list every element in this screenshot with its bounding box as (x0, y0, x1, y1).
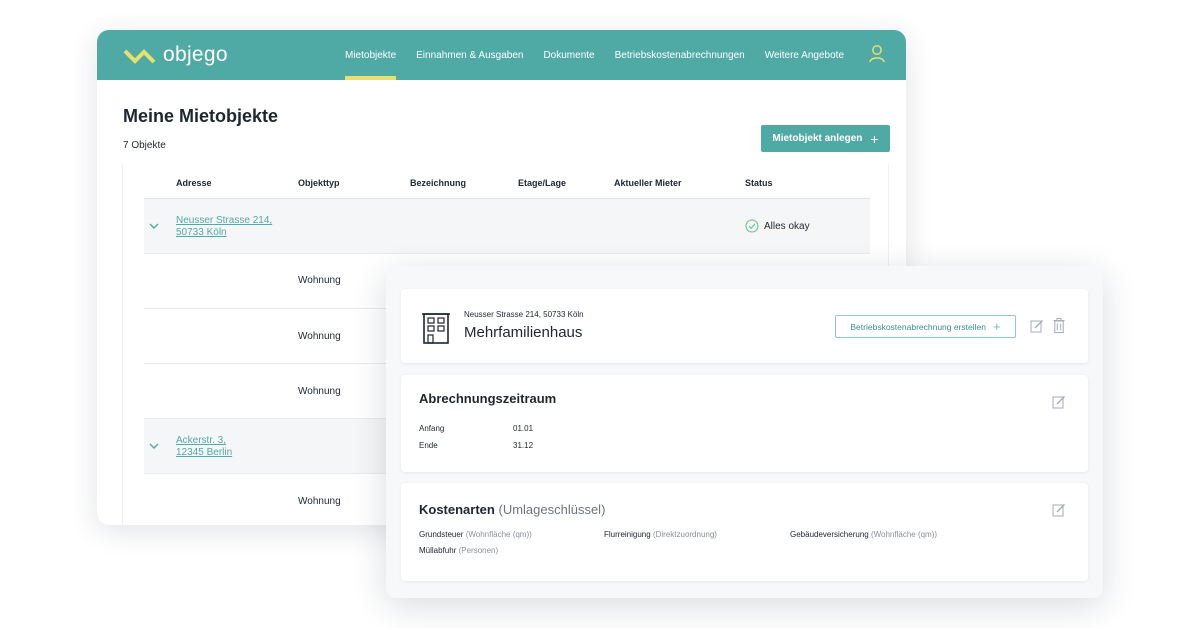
address-line-1: Neusser Strasse 214, (176, 215, 273, 226)
nav-einnahmen-ausgaben[interactable]: Einnahmen & Ausgaben (416, 30, 523, 80)
property-detail-panel: Neusser Strasse 214, 50733 Köln Mehrfami… (386, 266, 1103, 598)
object-count: 7 Objekte (123, 140, 166, 151)
column-header-adresse[interactable]: Adresse (176, 178, 212, 188)
top-navigation-bar: objego Mietobjekte Einnahmen & Ausgaben … (97, 30, 906, 80)
trash-icon[interactable] (1053, 318, 1065, 333)
logo-mark-icon (123, 49, 156, 64)
cost-types-title-text: Kostenarten (419, 502, 495, 517)
cost-types-card: Kostenarten (Umlageschlüssel) Grundsteue… (401, 483, 1088, 581)
edit-icon[interactable] (1030, 319, 1044, 333)
object-type-cell: Wohnung (298, 496, 341, 507)
plus-icon: + (870, 130, 879, 147)
logo-text: objego (163, 43, 228, 66)
property-header-card: Neusser Strasse 214, 50733 Köln Mehrfami… (401, 289, 1088, 363)
address-link[interactable]: Neusser Strasse 214, 50733 Köln (176, 215, 272, 239)
column-header-bezeichnung[interactable]: Bezeichnung (410, 178, 466, 188)
column-header-objekttyp[interactable]: Objekttyp (298, 178, 340, 188)
add-property-button[interactable]: Mietobjekt anlegen + (761, 125, 890, 152)
logo[interactable]: objego (123, 41, 228, 69)
object-type-cell: Wohnung (298, 331, 341, 342)
address-line-2: 50733 Köln (176, 227, 227, 238)
edit-icon[interactable] (1052, 395, 1066, 409)
cost-types-title-suffix: (Umlageschlüssel) (498, 502, 606, 517)
table-row-group[interactable]: Neusser Strasse 214, 50733 Köln Alles ok… (144, 199, 870, 254)
nav-dokumente[interactable]: Dokumente (543, 30, 594, 80)
nav-betriebskostenabrechnungen[interactable]: Betriebskostenabrechnungen (615, 30, 745, 80)
property-address: Neusser Strasse 214, 50733 Köln (464, 310, 584, 319)
column-header-etage-lage[interactable]: Etage/Lage (518, 178, 566, 188)
cost-item-name: Grundsteuer (419, 530, 464, 539)
object-type-cell: Wohnung (298, 386, 341, 397)
nav-weitere-angebote[interactable]: Weitere Angebote (765, 30, 844, 80)
user-icon[interactable] (868, 44, 886, 64)
address-line-2: 12345 Berlin (176, 447, 233, 458)
cost-item: Grundsteuer (Wohnfläche (qm)) (419, 530, 532, 539)
building-icon (422, 313, 450, 344)
cost-item-name: Müllabfuhr (419, 546, 457, 555)
cost-item-key: (Personen) (458, 546, 499, 555)
cost-item-key: (Wohnfläche (qm)) (465, 530, 532, 539)
cost-item-key: (Wohnfläche (qm)) (870, 530, 938, 539)
column-header-aktueller-mieter[interactable]: Aktueller Mieter (614, 178, 682, 188)
period-start-label: Anfang (419, 424, 445, 433)
status-badge: Alles okay (745, 219, 810, 233)
period-end-label: Ende (419, 441, 438, 450)
cost-item: Gebäudeversicherung (Wohnfläche (qm)) (790, 530, 937, 539)
cost-item-name: Gebäudeversicherung (790, 530, 869, 539)
column-header-status[interactable]: Status (745, 178, 773, 188)
address-link[interactable]: Ackerstr. 3, 12345 Berlin (176, 435, 232, 459)
create-bk-statement-button[interactable]: Betriebskostenabrechnung erstellen + (835, 315, 1016, 338)
object-type-cell: Wohnung (298, 275, 341, 286)
create-bk-statement-label: Betriebskostenabrechnung erstellen (850, 321, 987, 332)
plus-icon: + (993, 319, 1001, 334)
cost-item-name: Flurreinigung (604, 530, 651, 539)
chevron-down-icon[interactable] (149, 443, 159, 450)
billing-period-card: Abrechnungszeitraum Anfang 01.01 Ende 31… (401, 375, 1088, 472)
property-type-title: Mehrfamilienhaus (464, 324, 583, 341)
cost-item-key: (Direktzuordnung) (652, 530, 717, 539)
cost-item: Müllabfuhr (Personen) (419, 546, 498, 555)
cost-item: Flurreinigung (Direktzuordnung) (604, 530, 717, 539)
chevron-down-icon[interactable] (149, 223, 159, 230)
period-start-value: 01.01 (513, 424, 534, 433)
main-nav: Mietobjekte Einnahmen & Ausgaben Dokumen… (345, 30, 864, 80)
period-end-value: 31.12 (513, 441, 534, 450)
billing-period-title: Abrechnungszeitraum (419, 391, 557, 406)
cost-types-title: Kostenarten (Umlageschlüssel) (419, 502, 605, 517)
address-line-1: Ackerstr. 3, (176, 435, 227, 446)
add-property-label: Mietobjekt anlegen (772, 133, 863, 144)
check-circle-icon (745, 219, 759, 233)
nav-mietobjekte[interactable]: Mietobjekte (345, 30, 397, 80)
edit-icon[interactable] (1052, 503, 1066, 517)
page-title: Meine Mietobjekte (123, 106, 279, 126)
status-text: Alles okay (764, 220, 810, 232)
